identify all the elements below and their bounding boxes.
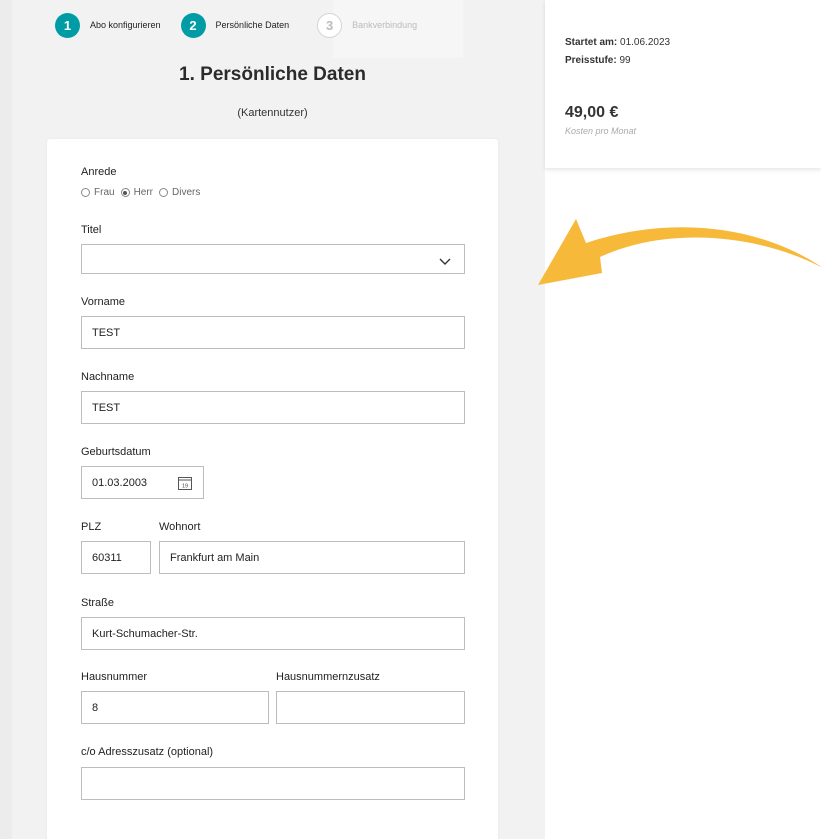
hausnummerzusatz-input[interactable] [276,691,465,724]
strasse-input[interactable]: Kurt-Schumacher-Str. [81,617,465,650]
step-number: 2 [180,12,206,38]
geburtsdatum-input[interactable]: 01.03.2003 19 [81,466,204,499]
step-label: Abo konfigurieren [90,20,161,30]
arrow-annotation-icon [538,219,821,285]
start-date-label: Startet am: [565,37,618,48]
radio-herr[interactable]: Herr [120,187,154,198]
step-bankverbindung[interactable]: 3 Bankverbindung [317,12,418,38]
radio-circle-selected [120,188,130,197]
geburtsdatum-value: 01.03.2003 [92,476,148,489]
hausnummerzusatz-label: Hausnummernzusatz [276,671,380,683]
calendar-icon-day: 19 [182,484,188,490]
radio-frau[interactable]: Frau [81,187,115,198]
plz-input[interactable]: 60311 [81,541,151,574]
radio-label: Herr [133,187,154,198]
anrede-radio-group: Frau Herr Divers [81,187,206,198]
start-date-line: Startet am: 01.06.2023 [565,37,670,48]
adresszusatz-input[interactable] [81,767,465,800]
monthly-price-caption: Kosten pro Monat [565,126,637,136]
adresszusatz-label: c/o Adresszusatz (optional) [81,746,214,758]
geburtsdatum-label: Geburtsdatum [81,446,151,458]
hausnummer-input[interactable]: 8 [81,691,269,724]
wohnort-input[interactable]: Frankfurt am Main [159,541,465,574]
radio-circle [159,188,169,197]
nachname-input[interactable]: TEST [81,391,465,424]
plz-label: PLZ [81,521,102,533]
step-persoenliche-daten[interactable]: 2 Persönliche Daten [180,12,290,38]
nachname-label: Nachname [81,371,135,383]
strasse-label: Straße [81,597,115,609]
chevron-down-icon [439,258,451,265]
radio-divers[interactable]: Divers [159,187,200,198]
progress-stepper: 1 Abo konfigurieren 2 Persönliche Daten … [55,8,431,42]
vorname-input[interactable]: TEST [81,316,465,349]
start-date-value: 01.06.2023 [620,37,671,48]
plz-value: 60311 [92,551,122,564]
radio-label: Divers [172,187,201,198]
step-label: Persönliche Daten [215,20,290,30]
anrede-label: Anrede [81,166,117,178]
monthly-price: 49,00 € [565,104,619,121]
strasse-value: Kurt-Schumacher-Str. [92,627,198,640]
step-number: 3 [317,12,343,38]
wohnort-value: Frankfurt am Main [170,551,260,564]
hausnummer-value: 8 [92,701,99,714]
radio-label: Frau [94,187,115,198]
price-level-label: Preisstufe: [565,55,617,66]
titel-label: Titel [81,224,102,236]
hausnummer-label: Hausnummer [81,671,148,683]
calendar-icon[interactable]: 19 [177,475,193,491]
wohnort-label: Wohnort [159,521,201,533]
radio-circle [81,188,90,197]
step-label: Bankverbindung [352,20,418,30]
left-edge-strip [0,0,12,839]
page-subtitle: (Kartennutzer) [237,107,308,119]
price-level-line: Preisstufe: 99 [565,55,631,66]
price-level-value: 99 [619,55,631,66]
step-abo-konfigurieren[interactable]: 1 Abo konfigurieren [55,12,161,38]
nachname-value: TEST [92,401,121,414]
order-summary-panel: Startet am: 01.06.2023 Preisstufe: 99 49… [545,0,821,168]
page-title: 1. Persönliche Daten [179,64,366,85]
step-number: 1 [55,12,80,38]
titel-select[interactable] [81,244,465,274]
vorname-label: Vorname [81,296,126,308]
vorname-value: TEST [92,326,121,339]
